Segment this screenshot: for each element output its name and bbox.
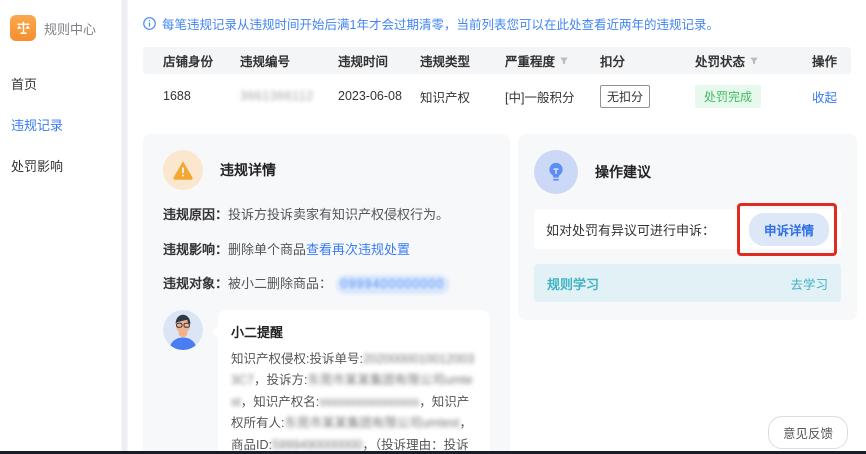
redacted-ip-name: ssssssssssssssss [319, 395, 419, 409]
filter-icon[interactable] [749, 56, 759, 66]
cell-violation-no: 3661366112 [225, 89, 320, 103]
notice-bar: 每笔违规记录从违规时间开始后满1年才会过期清零，当前列表您可以在此处查看近两年的… [143, 14, 851, 33]
cell-severity: [中]一般积分 [490, 87, 580, 106]
col-penalty-status-label: 处罚状态 [695, 51, 745, 70]
redacted-item-id: 5999490000000 [272, 438, 362, 452]
sidebar-menu: 首页 违规记录 处罚影响 [0, 63, 121, 186]
impact-label: 违规影响： [163, 242, 228, 257]
rules-center-window: 规则中心 首页 违规记录 处罚影响 每笔违规记录从违规时间开始后满1年才会过期清… [0, 0, 866, 454]
assistant-avatar [163, 310, 203, 350]
col-shop-identity: 店铺身份 [143, 51, 225, 70]
appeal-row: 如对处罚有异议可进行申诉： 申诉详情 [534, 209, 841, 249]
table-row: 1688 3661366112 2023-06-08 知识产权 [中]一般积分 … [143, 74, 851, 118]
rule-learning-label: 规则学习 [547, 274, 599, 293]
assistant-reminder: 小二提醒 知识产权侵权:投诉单号:20200000100120033C7，投诉方… [163, 310, 490, 454]
balance-scale-icon [10, 15, 36, 41]
main-content: 每笔违规记录从违规时间开始后满1年才会过期清零，当前列表您可以在此处查看近两年的… [128, 0, 866, 454]
violation-target-row: 违规对象：被小二删除商品： 0999400000000 [163, 274, 490, 294]
sidebar-item-penalty-impact[interactable]: 处罚影响 [0, 145, 121, 186]
filter-icon[interactable] [559, 56, 569, 66]
redacted-product-id: 0999400000000 [336, 275, 449, 294]
cell-shop-identity: 1688 [143, 89, 225, 103]
reminder-title: 小二提醒 [231, 322, 477, 341]
table-header: 店铺身份 违规编号 违规时间 违规类型 严重程度 扣分 处罚状态 操作 [143, 47, 851, 74]
app-title: 规则中心 [44, 19, 96, 38]
violation-reason-row: 违规原因：投诉方投诉卖家有知识产权侵权行为。 [163, 205, 490, 225]
feedback-button[interactable]: 意见反馈 [768, 416, 848, 449]
sidebar-divider [121, 0, 128, 454]
col-violation-time: 违规时间 [320, 51, 405, 70]
cell-penalty-status: 处罚完成 [665, 85, 790, 108]
info-icon [143, 17, 156, 30]
collapse-link[interactable]: 收起 [812, 91, 837, 105]
sidebar-item-violation-records[interactable]: 违规记录 [0, 104, 121, 145]
app-logo-row: 规则中心 [0, 0, 121, 41]
col-severity-label: 严重程度 [505, 51, 555, 70]
cell-action: 收起 [790, 87, 851, 106]
appeal-detail-button[interactable]: 申诉详情 [749, 213, 829, 246]
redacted-ip-owner: 东莞市某某集团有限公司umtest [284, 416, 459, 430]
reminder-text: 知识产权侵权:投诉单号:20200000100120033C7，投诉方:东莞市某… [231, 349, 477, 454]
cell-violation-type: 知识产权 [405, 87, 490, 106]
col-penalty-status[interactable]: 处罚状态 [665, 51, 790, 70]
detail-cards: 违规详情 违规原因：投诉方投诉卖家有知识产权侵权行为。 违规影响：删除单个商品查… [143, 134, 851, 454]
detail-title: 违规详情 [220, 160, 276, 180]
impact-value: 删除单个商品 [228, 242, 306, 257]
cell-deduction: 无扣分 [580, 85, 665, 108]
violation-detail-card: 违规详情 违规原因：投诉方投诉卖家有知识产权侵权行为。 违规影响：删除单个商品查… [143, 134, 510, 454]
status-badge: 处罚完成 [695, 85, 761, 108]
cell-violation-time: 2023-06-08 [320, 89, 405, 103]
notice-text: 每笔违规记录从违规时间开始后满1年才会过期清零，当前列表您可以在此处查看近两年的… [162, 14, 719, 33]
col-severity[interactable]: 严重程度 [490, 51, 580, 70]
suggestion-title: 操作建议 [595, 162, 651, 182]
rule-learning-row[interactable]: 规则学习 去学习 [534, 264, 841, 302]
violation-impact-row: 违规影响：删除单个商品查看再次违规处置 [163, 240, 490, 260]
sidebar-item-home[interactable]: 首页 [0, 63, 121, 104]
repeat-violation-link[interactable]: 查看再次违规处置 [306, 242, 410, 257]
col-deduction: 扣分 [580, 51, 665, 70]
reason-label: 违规原因： [163, 207, 228, 222]
target-label: 违规对象： [163, 276, 228, 291]
go-learn-link[interactable]: 去学习 [790, 274, 828, 293]
col-action: 操作 [790, 51, 851, 70]
warning-icon [163, 150, 203, 190]
appeal-text: 如对处罚有异议可进行申诉： [546, 220, 715, 239]
suggestion-card: 操作建议 如对处罚有异议可进行申诉： 申诉详情 规则学习 去学习 [518, 134, 857, 320]
col-violation-type: 违规类型 [405, 51, 490, 70]
sidebar: 规则中心 首页 违规记录 处罚影响 [0, 0, 121, 454]
reminder-bubble: 小二提醒 知识产权侵权:投诉单号:20200000100120033C7，投诉方… [218, 310, 490, 454]
col-violation-no: 违规编号 [225, 51, 320, 70]
redacted-violation-no: 3661366112 [240, 89, 314, 103]
target-value: 被小二删除商品： [228, 276, 332, 291]
no-deduction-tag: 无扣分 [600, 85, 650, 108]
lightbulb-icon [534, 150, 578, 194]
reason-value: 投诉方投诉卖家有知识产权侵权行为。 [228, 207, 449, 222]
